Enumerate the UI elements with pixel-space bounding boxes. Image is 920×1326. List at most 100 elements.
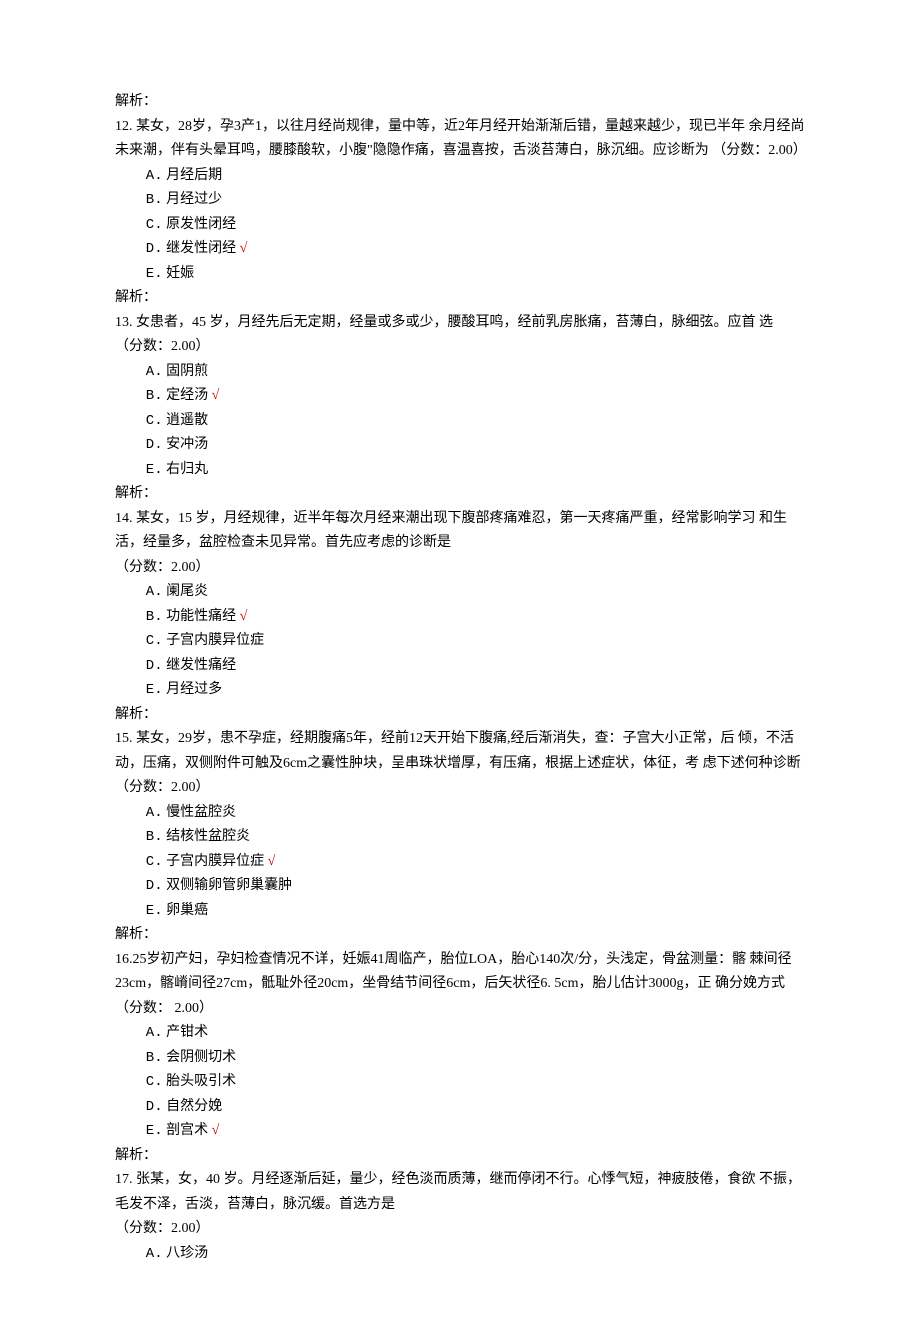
- analysis: 解析：: [115, 482, 805, 507]
- label-a: A.: [146, 805, 163, 821]
- q14-option-a: A. 阑尾炎: [115, 580, 805, 605]
- question-13-score: （分数：2.00）: [115, 335, 805, 360]
- q16-b-text: 会阴侧切术: [166, 1050, 236, 1065]
- label-c: C.: [146, 854, 163, 870]
- label-a: A.: [146, 364, 163, 380]
- analysis: 解析：: [115, 923, 805, 948]
- q12-option-d: D. 继发性闭经 √: [115, 237, 805, 262]
- analysis: 解析：: [115, 703, 805, 728]
- analysis: 解析：: [115, 1144, 805, 1169]
- q14-c-text: 子宫内膜异位症: [166, 633, 264, 648]
- q16-option-e: E. 剖宫术 √: [115, 1119, 805, 1144]
- question-17-stem: 17. 张某，女，40 岁。月经逐渐后延，量少，经色淡而质薄，继而停闭不行。心悸…: [115, 1168, 805, 1217]
- label-d: D.: [146, 241, 163, 257]
- q14-b-text: 功能性痛经: [166, 609, 236, 624]
- q12-option-b: B. 月经过少: [115, 188, 805, 213]
- label-d: D.: [146, 437, 163, 453]
- q15-option-d: D. 双侧输卵管卵巢囊肿: [115, 874, 805, 899]
- q13-e-text: 右归丸: [166, 462, 208, 477]
- question-12-stem: 12. 某女，28岁，孕3产1，以往月经尚规律，量中等，近2年月经开始渐渐后错，…: [115, 115, 805, 164]
- q12-option-a: A. 月经后期: [115, 164, 805, 189]
- q15-c-text: 子宫内膜异位症: [166, 854, 264, 869]
- check-icon: √: [268, 854, 276, 869]
- q16-d-text: 自然分娩: [166, 1099, 222, 1114]
- q12-a-text: 月经后期: [166, 168, 222, 183]
- q13-option-b: B. 定经汤 √: [115, 384, 805, 409]
- question-15-stem: 15. 某女，29岁，患不孕症，经期腹痛5年，经前12天开始下腹痛,经后渐消失，…: [115, 727, 805, 776]
- q12-option-e: E. 妊娠: [115, 262, 805, 287]
- label-a: A.: [146, 1025, 163, 1041]
- q15-e-text: 卵巢癌: [166, 903, 208, 918]
- q14-option-e: E. 月经过多: [115, 678, 805, 703]
- label-b: B.: [146, 1050, 163, 1066]
- q16-a-text: 产钳术: [166, 1025, 208, 1040]
- q13-d-text: 安冲汤: [166, 437, 208, 452]
- q15-option-a: A. 慢性盆腔炎: [115, 801, 805, 826]
- label-c: C.: [146, 1074, 163, 1090]
- label-e: E.: [146, 1123, 163, 1139]
- q12-d-text: 继发性闭经: [166, 241, 236, 256]
- q12-option-c: C. 原发性闭经: [115, 213, 805, 238]
- label-d: D.: [146, 878, 163, 894]
- q16-e-text: 剖宫术: [166, 1123, 208, 1138]
- label-d: D.: [146, 658, 163, 674]
- q13-option-d: D. 安冲汤: [115, 433, 805, 458]
- q13-option-c: C. 逍遥散: [115, 409, 805, 434]
- q14-a-text: 阑尾炎: [166, 584, 208, 599]
- analysis: 解析：: [115, 90, 805, 115]
- q13-option-e: E. 右归丸: [115, 458, 805, 483]
- question-16-stem: 16.25岁初产妇，孕妇检查情况不详，妊娠41周临产，胎位LOA，胎心140次/…: [115, 948, 805, 997]
- q15-d-text: 双侧输卵管卵巢囊肿: [166, 878, 292, 893]
- analysis: 解析：: [115, 286, 805, 311]
- q13-c-text: 逍遥散: [166, 413, 208, 428]
- q13-b-text: 定经汤: [166, 388, 208, 403]
- q16-option-b: B. 会阴侧切术: [115, 1046, 805, 1071]
- label-d: D.: [146, 1099, 163, 1115]
- q14-option-c: C. 子宫内膜异位症: [115, 629, 805, 654]
- q13-option-a: A. 固阴煎: [115, 360, 805, 385]
- question-14-score: （分数：2.00）: [115, 556, 805, 581]
- check-icon: √: [212, 1123, 220, 1138]
- q16-option-c: C. 胎头吸引术: [115, 1070, 805, 1095]
- q14-e-text: 月经过多: [166, 682, 222, 697]
- q12-e-text: 妊娠: [166, 266, 194, 281]
- q16-c-text: 胎头吸引术: [166, 1074, 236, 1089]
- q15-b-text: 结核性盆腔炎: [166, 829, 250, 844]
- label-c: C.: [146, 633, 163, 649]
- question-17-score: （分数：2.00）: [115, 1217, 805, 1242]
- label-e: E.: [146, 266, 163, 282]
- q16-option-d: D. 自然分娩: [115, 1095, 805, 1120]
- label-b: B.: [146, 609, 163, 625]
- question-15-score: （分数：2.00）: [115, 776, 805, 801]
- q15-a-text: 慢性盆腔炎: [166, 805, 236, 820]
- q12-c-text: 原发性闭经: [166, 217, 236, 232]
- q12-b-text: 月经过少: [166, 192, 222, 207]
- check-icon: √: [212, 388, 220, 403]
- label-e: E.: [146, 682, 163, 698]
- question-16-score: （分数： 2.00）: [115, 997, 805, 1022]
- label-c: C.: [146, 217, 163, 233]
- q16-option-a: A. 产钳术: [115, 1021, 805, 1046]
- q14-option-b: B. 功能性痛经 √: [115, 605, 805, 630]
- label-e: E.: [146, 462, 163, 478]
- q17-option-a: A. 八珍汤: [115, 1242, 805, 1267]
- label-b: B.: [146, 829, 163, 845]
- label-a: A.: [146, 584, 163, 600]
- label-e: E.: [146, 903, 163, 919]
- q13-a-text: 固阴煎: [166, 364, 208, 379]
- q14-d-text: 继发性痛经: [166, 658, 236, 673]
- label-c: C.: [146, 413, 163, 429]
- label-b: B.: [146, 192, 163, 208]
- q15-option-b: B. 结核性盆腔炎: [115, 825, 805, 850]
- question-13-stem: 13. 女患者，45 岁，月经先后无定期，经量或多或少，腰酸耳鸣，经前乳房胀痛，…: [115, 311, 805, 336]
- label-b: B.: [146, 388, 163, 404]
- label-a: A.: [146, 168, 163, 184]
- check-icon: √: [240, 609, 248, 624]
- label-a: A.: [146, 1246, 163, 1262]
- q15-option-e: E. 卵巢癌: [115, 899, 805, 924]
- q17-a-text: 八珍汤: [166, 1246, 208, 1261]
- q14-option-d: D. 继发性痛经: [115, 654, 805, 679]
- question-14-stem: 14. 某女，15 岁，月经规律，近半年每次月经来潮出现下腹部疼痛难忍，第一天疼…: [115, 507, 805, 556]
- q15-option-c: C. 子宫内膜异位症 √: [115, 850, 805, 875]
- check-icon: √: [240, 241, 248, 256]
